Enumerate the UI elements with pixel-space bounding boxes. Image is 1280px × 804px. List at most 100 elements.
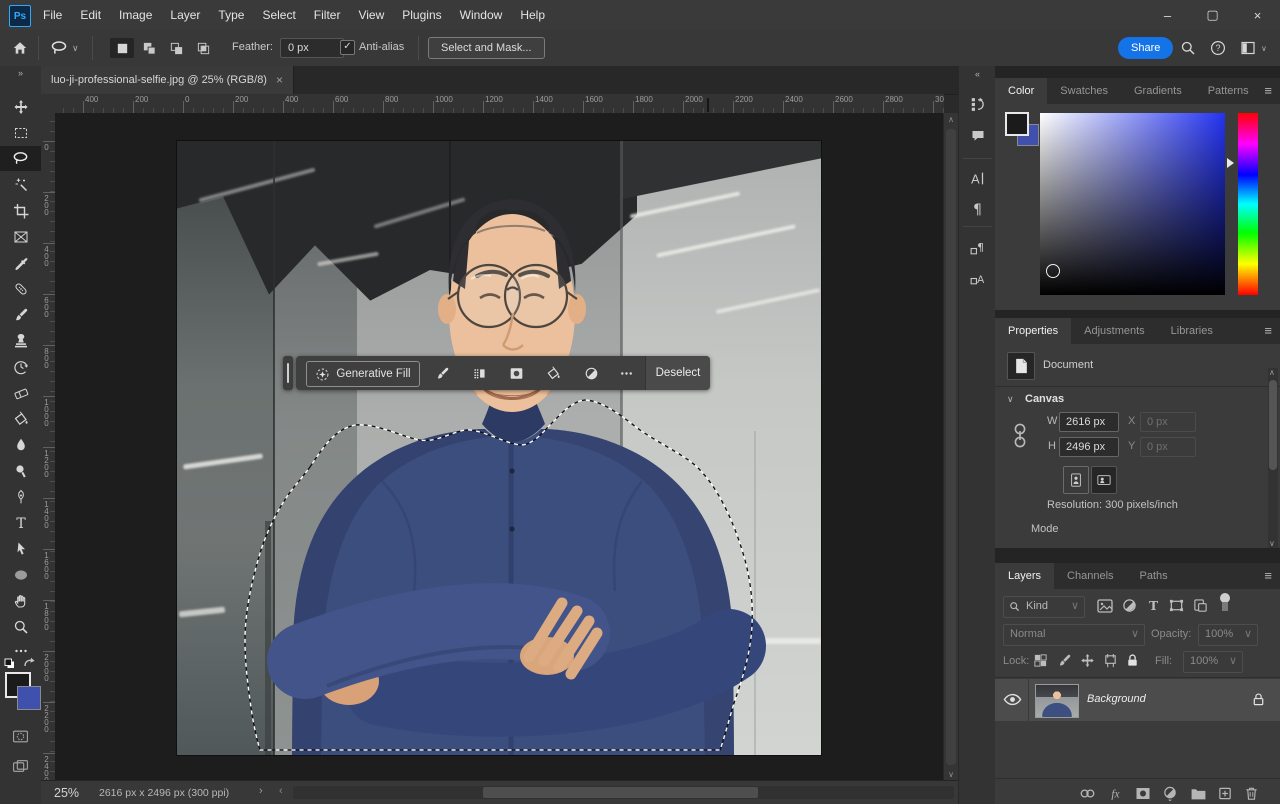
- y-input[interactable]: 0 px: [1140, 437, 1196, 457]
- eraser-tool[interactable]: [0, 380, 41, 405]
- frame-tool[interactable]: [0, 224, 41, 249]
- panel-menu-icon[interactable]: ≡: [1264, 83, 1272, 98]
- more-options-button[interactable]: [614, 361, 638, 385]
- path-selection-tool[interactable]: [0, 536, 41, 561]
- filter-shape-icon[interactable]: [1169, 598, 1184, 613]
- menu-type[interactable]: Type: [209, 0, 253, 30]
- adjustment-layer-icon[interactable]: [1162, 786, 1178, 801]
- lock-all-icon[interactable]: [1125, 653, 1140, 668]
- filter-type-icon[interactable]: T: [1146, 598, 1161, 613]
- lock-pixels-icon[interactable]: [1057, 653, 1072, 668]
- glyphs-panel-icon[interactable]: ¶: [959, 234, 996, 262]
- new-layer-icon[interactable]: [1217, 786, 1233, 801]
- tab-patterns[interactable]: Patterns: [1195, 78, 1262, 104]
- filter-toggle[interactable]: [1219, 593, 1231, 613]
- menu-filter[interactable]: Filter: [305, 0, 350, 30]
- background-color-swatch[interactable]: [17, 686, 41, 710]
- tab-properties[interactable]: Properties: [995, 318, 1071, 344]
- search-icon[interactable]: [1180, 40, 1196, 56]
- vertical-ruler[interactable]: 0 200 400 600 800 1000 1200 1400 1600 18…: [41, 113, 56, 781]
- layer-row-background[interactable]: Background: [995, 679, 1280, 721]
- eyedropper-tool[interactable]: [0, 250, 41, 275]
- scroll-thumb[interactable]: [1269, 380, 1277, 470]
- horizontal-ruler[interactable]: 400 200 0 200 400 600 800 1000 1200 1400…: [55, 94, 944, 114]
- history-brush-tool[interactable]: [0, 354, 41, 379]
- type-tool[interactable]: T: [0, 510, 41, 535]
- menu-layer[interactable]: Layer: [161, 0, 209, 30]
- zoom-tool[interactable]: [0, 614, 41, 639]
- vertical-scrollbar[interactable]: ∧ ∨: [943, 113, 958, 781]
- add-mask-icon[interactable]: [1135, 786, 1151, 801]
- workspace-switcher-icon[interactable]: [1240, 40, 1256, 56]
- width-input[interactable]: 2616 px: [1059, 412, 1119, 432]
- menu-select[interactable]: Select: [253, 0, 304, 30]
- properties-scrollbar[interactable]: ∧ ∨: [1268, 368, 1278, 548]
- link-layers-icon[interactable]: [1079, 786, 1096, 801]
- color-field-selector[interactable]: [1046, 264, 1060, 278]
- collapse-section-icon[interactable]: ∨: [1007, 394, 1014, 405]
- clone-stamp-tool[interactable]: [0, 328, 41, 353]
- tab-layers[interactable]: Layers: [995, 563, 1054, 589]
- share-button[interactable]: Share: [1118, 37, 1173, 59]
- selection-brush-button[interactable]: [430, 361, 454, 385]
- scroll-down-icon[interactable]: ∨: [944, 770, 958, 779]
- comments-panel-icon[interactable]: [959, 122, 996, 150]
- paint-bucket-tool[interactable]: [0, 406, 41, 431]
- portrait-orientation-button[interactable]: [1063, 466, 1089, 494]
- scroll-up-icon[interactable]: ∧: [944, 115, 958, 124]
- brush-tool[interactable]: [0, 302, 41, 327]
- layer-lock-icon[interactable]: [1251, 692, 1266, 707]
- zoom-level[interactable]: 25%: [54, 786, 79, 800]
- blur-tool[interactable]: [0, 432, 41, 457]
- lasso-tool[interactable]: [0, 146, 41, 171]
- landscape-orientation-button[interactable]: [1091, 466, 1117, 494]
- foreground-color-swatch[interactable]: [1005, 112, 1029, 136]
- foreground-background-swatches[interactable]: [1005, 112, 1041, 148]
- menu-window[interactable]: Window: [451, 0, 512, 30]
- fill-selection-button[interactable]: [541, 361, 565, 385]
- invert-selection-button[interactable]: [579, 361, 603, 385]
- chevron-down-icon[interactable]: ∨: [1261, 44, 1267, 53]
- quick-mask-mode-button[interactable]: [0, 724, 41, 749]
- tab-swatches[interactable]: Swatches: [1047, 78, 1121, 104]
- menu-edit[interactable]: Edit: [71, 0, 110, 30]
- layer-visibility-eye-icon[interactable]: [1003, 692, 1022, 707]
- anti-alias-checkbox[interactable]: ✓: [340, 40, 355, 55]
- feather-input[interactable]: 0 px: [280, 38, 344, 58]
- horizontal-scroll-thumb[interactable]: [483, 787, 758, 798]
- menu-help[interactable]: Help: [511, 0, 554, 30]
- tab-paths[interactable]: Paths: [1127, 563, 1181, 589]
- hue-slider-marker[interactable]: [1227, 158, 1234, 168]
- paragraph-panel-icon[interactable]: ¶: [959, 194, 996, 222]
- menu-file[interactable]: File: [34, 0, 71, 30]
- panel-menu-icon[interactable]: ≡: [1264, 568, 1272, 583]
- lock-artboard-icon[interactable]: [1103, 653, 1118, 668]
- tab-adjustments[interactable]: Adjustments: [1071, 318, 1158, 344]
- menu-plugins[interactable]: Plugins: [393, 0, 450, 30]
- canvas-pasteboard[interactable]: Generative Fill: [55, 113, 944, 781]
- filter-smart-object-icon[interactable]: [1193, 598, 1208, 613]
- refine-selection-button[interactable]: [467, 361, 491, 385]
- tab-channels[interactable]: Channels: [1054, 563, 1126, 589]
- chevron-down-icon[interactable]: ∨: [72, 43, 79, 54]
- layer-thumbnail[interactable]: [1035, 684, 1079, 718]
- scroll-left-icon[interactable]: ‹: [279, 785, 283, 797]
- add-to-selection-mode-button[interactable]: [137, 38, 161, 58]
- character-styles-panel-icon[interactable]: A: [959, 264, 996, 292]
- vertical-scroll-thumb[interactable]: [946, 129, 956, 765]
- deselect-button[interactable]: Deselect: [645, 356, 710, 390]
- select-and-mask-button[interactable]: Select and Mask...: [428, 37, 545, 59]
- marquee-tool[interactable]: [0, 120, 41, 145]
- history-panel-icon[interactable]: [959, 90, 996, 118]
- create-mask-button[interactable]: [504, 361, 528, 385]
- help-icon[interactable]: ?: [1210, 40, 1226, 56]
- close-button[interactable]: ×: [1235, 0, 1280, 30]
- crop-tool[interactable]: [0, 198, 41, 223]
- swap-colors-icon[interactable]: [22, 656, 36, 670]
- hue-slider[interactable]: [1238, 113, 1258, 295]
- taskbar-drag-handle[interactable]: [283, 356, 293, 390]
- menu-image[interactable]: Image: [110, 0, 161, 30]
- lock-position-icon[interactable]: [1080, 653, 1095, 668]
- status-popup-arrow-icon[interactable]: ›: [259, 785, 263, 797]
- photo-canvas[interactable]: [177, 141, 821, 755]
